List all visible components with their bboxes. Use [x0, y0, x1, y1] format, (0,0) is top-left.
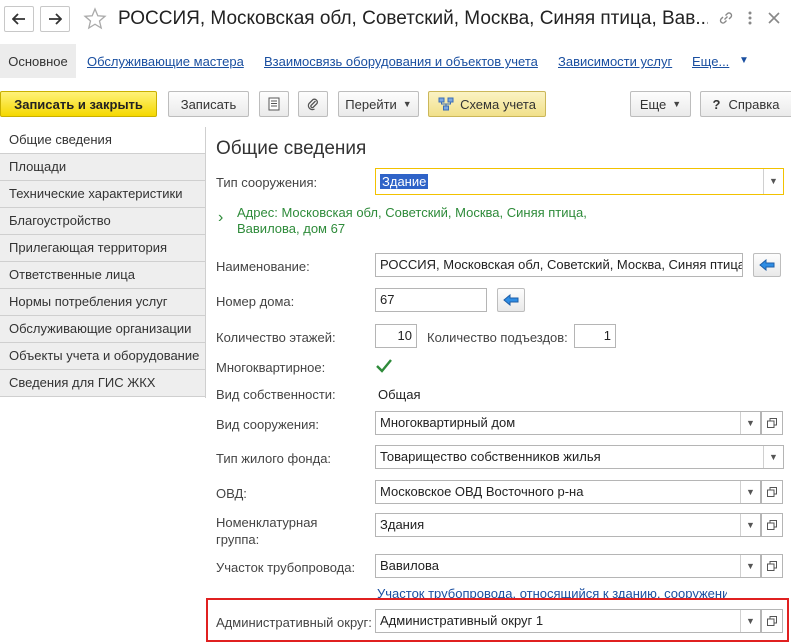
kind-label: Вид сооружения: — [216, 417, 319, 432]
open-window-icon — [767, 487, 777, 497]
tab-more[interactable]: Еще... — [692, 54, 729, 69]
open-window-icon — [767, 418, 777, 428]
ovd-select[interactable]: Московское ОВД Восточного р-на ▼ — [375, 480, 761, 504]
name-label: Наименование: — [216, 259, 310, 274]
chevron-down-icon[interactable]: ▼ — [740, 481, 760, 503]
page-title: Общие сведения — [216, 138, 367, 159]
chevron-down-icon: ▼ — [402, 99, 412, 109]
multi-checkbox[interactable] — [375, 357, 393, 375]
back-button[interactable] — [4, 6, 34, 32]
fund-select[interactable]: Товарищество собственников жилья ▼ — [375, 445, 784, 469]
sidebar-item-general[interactable]: Общие сведения — [0, 127, 205, 154]
chevron-down-icon[interactable]: ▼ — [763, 446, 783, 468]
more-button[interactable]: Еще ▼ — [630, 91, 691, 117]
sidebar-item-orgs[interactable]: Обслуживающие организации — [0, 316, 205, 343]
type-label: Тип сооружения: — [216, 175, 318, 190]
sidebar-item-gis[interactable]: Сведения для ГИС ЖКХ — [0, 370, 205, 397]
open-pipe-button[interactable] — [761, 554, 783, 578]
document-button[interactable] — [259, 91, 289, 117]
open-kind-button[interactable] — [761, 411, 783, 435]
chevron-down-icon: ▼ — [672, 99, 682, 109]
open-window-icon — [767, 561, 777, 571]
nomen-select[interactable]: Здания ▼ — [375, 513, 761, 537]
floors-label: Количество этажей: — [216, 330, 336, 345]
arrow-left-icon — [12, 13, 25, 25]
sidebar-item-tech[interactable]: Технические характеристики — [0, 181, 205, 208]
tab-main[interactable]: Основное — [0, 44, 76, 78]
sidebar-item-areas[interactable]: Площади — [0, 154, 205, 181]
district-label: Административный округ: — [216, 615, 372, 630]
tab-masters[interactable]: Обслуживающие мастера — [87, 54, 244, 69]
ovd-label: ОВД: — [216, 486, 247, 501]
open-window-icon — [767, 616, 777, 626]
close-icon[interactable] — [764, 8, 784, 28]
document-list-icon — [268, 97, 280, 111]
chevron-down-icon[interactable]: ▼ — [740, 412, 760, 434]
arrow-left-icon — [503, 294, 519, 306]
chevron-down-icon[interactable]: ▼ — [740, 514, 760, 536]
type-select[interactable]: Здание ▼ — [375, 168, 784, 195]
help-icon: ? — [712, 96, 721, 112]
nomen-label: Номенклатурная группа: — [216, 515, 318, 547]
chevron-right-icon[interactable]: › — [218, 209, 223, 227]
arrow-left-icon — [759, 259, 775, 271]
help-button[interactable]: ? Справка — [700, 91, 791, 117]
goto-button[interactable]: Перейти ▼ — [338, 91, 419, 117]
multi-label: Многоквартирное: — [216, 360, 326, 375]
tabs-more-chevron-icon[interactable]: ▼ — [739, 55, 749, 66]
fill-name-button[interactable] — [753, 253, 781, 277]
paperclip-icon — [307, 98, 318, 111]
save-button[interactable]: Записать — [168, 91, 249, 117]
favorite-star-icon[interactable] — [82, 6, 108, 32]
kind-select[interactable]: Многоквартирный дом ▼ — [375, 411, 761, 435]
chevron-down-icon[interactable]: ▼ — [763, 169, 783, 194]
window-title: РОССИЯ, Московская обл, Советский, Москв… — [118, 8, 708, 29]
ownership-value: Общая — [378, 387, 421, 402]
arrow-right-icon — [49, 13, 62, 25]
tab-service-dependencies[interactable]: Зависимости услуг — [558, 54, 672, 69]
fill-house-button[interactable] — [497, 288, 525, 312]
chevron-down-icon[interactable]: ▼ — [740, 610, 760, 632]
schema-icon — [438, 97, 454, 111]
sidebar-item-equipment[interactable]: Объекты учета и оборудование — [0, 343, 205, 370]
open-nomen-button[interactable] — [761, 513, 783, 537]
save-close-button[interactable]: Записать и закрыть — [0, 91, 157, 117]
open-ovd-button[interactable] — [761, 480, 783, 504]
menu-dots-icon[interactable] — [740, 8, 760, 28]
pipe-hint: Участок трубопровода, относящийся к здан… — [377, 586, 727, 599]
ownership-label: Вид собственности: — [216, 387, 336, 402]
pipe-select[interactable]: Вавилова ▼ — [375, 554, 761, 578]
house-input[interactable]: 67 — [375, 288, 487, 312]
checkmark-icon — [376, 359, 392, 373]
attach-button[interactable] — [298, 91, 328, 117]
open-district-button[interactable] — [761, 609, 783, 633]
sidebar-item-norms[interactable]: Нормы потребления услуг — [0, 289, 205, 316]
forward-button[interactable] — [40, 6, 70, 32]
link-icon[interactable] — [716, 8, 736, 28]
entrances-label: Количество подъездов: — [427, 330, 568, 345]
tab-equipment-link[interactable]: Взаимосвязь оборудования и объектов учет… — [264, 54, 538, 69]
sidebar-item-improvement[interactable]: Благоустройство — [0, 208, 205, 235]
schema-button[interactable]: Схема учета — [428, 91, 546, 117]
address-link[interactable]: Адрес: Московская обл, Советский, Москва… — [237, 205, 587, 237]
floors-input[interactable]: 10 — [375, 324, 417, 348]
open-window-icon — [767, 520, 777, 530]
district-select[interactable]: Административный округ 1 ▼ — [375, 609, 761, 633]
entrances-input[interactable]: 1 — [574, 324, 616, 348]
sidebar-item-responsible[interactable]: Ответственные лица — [0, 262, 205, 289]
fund-label: Тип жилого фонда: — [216, 451, 332, 466]
name-input[interactable]: РОССИЯ, Московская обл, Советский, Москв… — [375, 253, 743, 277]
house-label: Номер дома: — [216, 294, 295, 309]
sidebar-item-territory[interactable]: Прилегающая территория — [0, 235, 205, 262]
chevron-down-icon[interactable]: ▼ — [740, 555, 760, 577]
pipe-label: Участок трубопровода: — [216, 560, 356, 575]
